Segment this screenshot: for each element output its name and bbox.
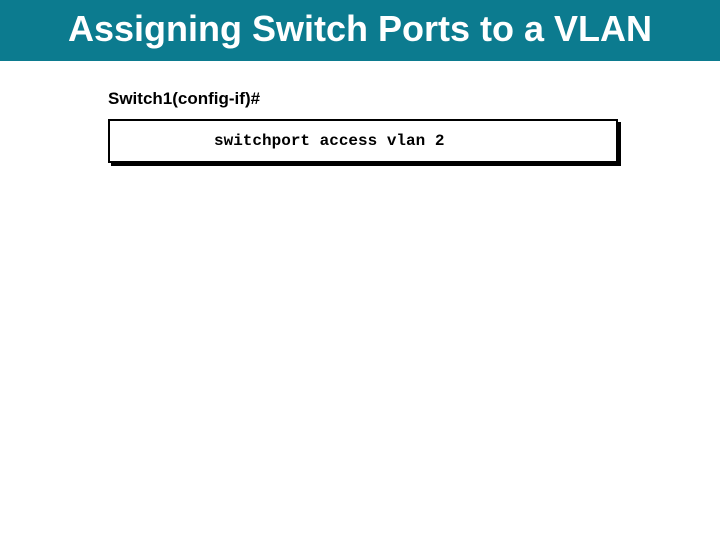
cli-prompt: Switch1(config-if)# <box>108 89 720 109</box>
command-box-front: switchport access vlan 2 <box>108 119 618 163</box>
content-area: Switch1(config-if)# switchport access vl… <box>0 61 720 163</box>
slide-title: Assigning Switch Ports to a VLAN <box>20 8 700 49</box>
command-text: switchport access vlan 2 <box>110 132 444 150</box>
title-banner: Assigning Switch Ports to a VLAN <box>0 0 720 61</box>
command-box: switchport access vlan 2 <box>108 119 618 163</box>
